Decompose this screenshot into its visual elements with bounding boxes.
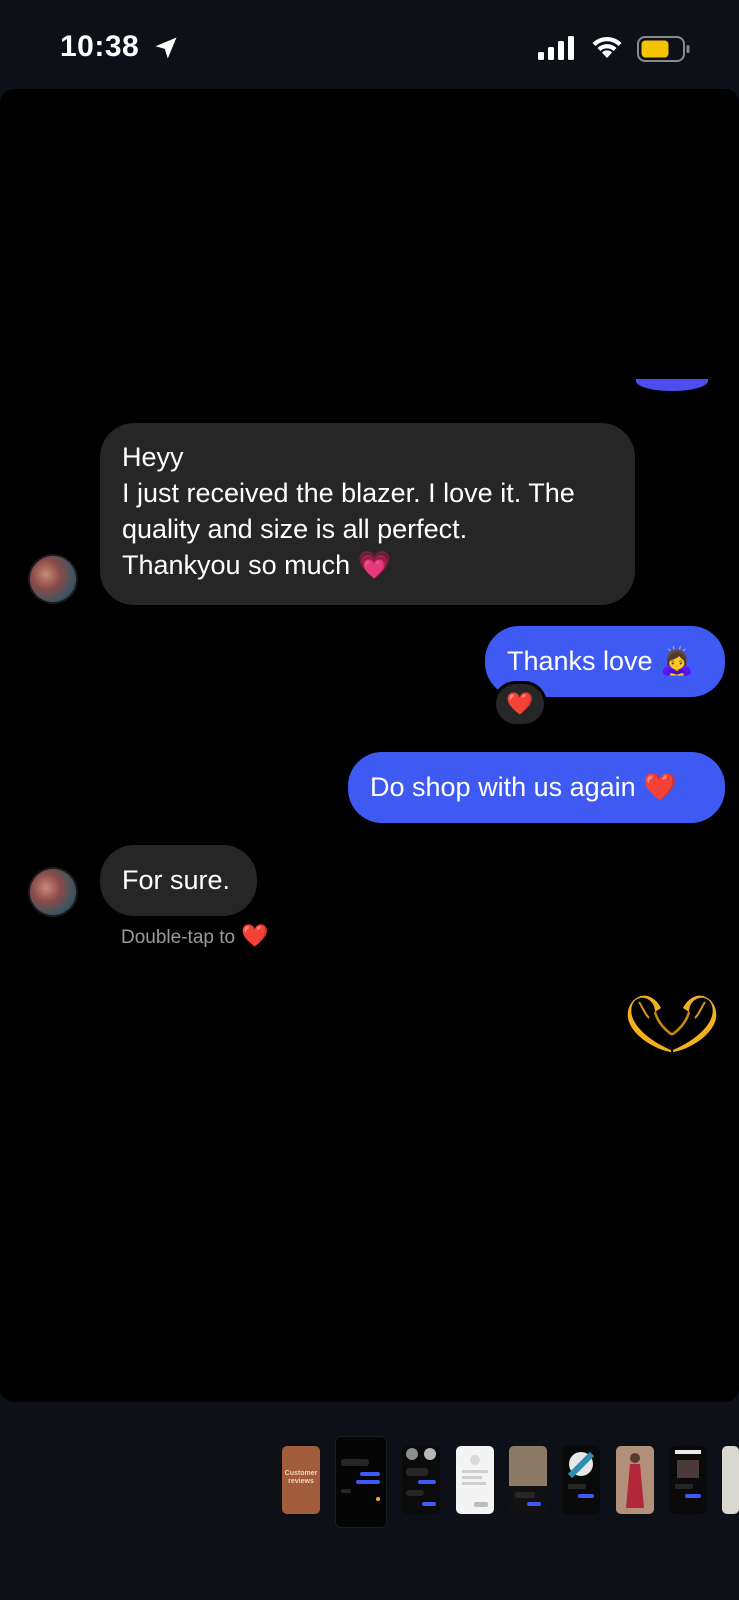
story-thumbnail-tray: Customer reviews [0, 1402, 739, 1600]
thumbnail-current[interactable] [335, 1436, 387, 1528]
cellular-signal-icon [538, 36, 574, 60]
photo-preview-icon [509, 1446, 547, 1514]
outgoing-message[interactable]: Do shop with us again ❤️ [348, 752, 725, 823]
chat-preview-icon [567, 1451, 595, 1498]
chat-preview-icon [406, 1448, 436, 1506]
hint-text: Double-tap to [121, 927, 236, 948]
photo-preview-icon [616, 1446, 654, 1514]
thumbnail[interactable] [456, 1446, 494, 1514]
thumbnail[interactable] [562, 1446, 600, 1514]
chat-preview-icon [341, 1459, 380, 1501]
incoming-message[interactable]: For sure. [100, 845, 257, 916]
status-bar: 10:38 [0, 0, 739, 90]
incoming-message[interactable]: Heyy I just received the blazer. I love … [100, 423, 635, 605]
avatar[interactable] [28, 867, 78, 917]
status-time: 10:38 [60, 30, 140, 63]
battery-low-power-icon [637, 36, 690, 62]
thumbnail[interactable] [722, 1446, 739, 1514]
thumbnail-customer-reviews[interactable]: Customer reviews [282, 1446, 320, 1514]
chat-preview-icon [675, 1450, 701, 1498]
location-arrow-icon [155, 37, 177, 59]
thumbnail[interactable] [616, 1446, 654, 1514]
document-preview-icon [462, 1455, 488, 1507]
outgoing-bubble-edge [636, 379, 708, 391]
chat-screenshot-story[interactable]: Heyy I just received the blazer. I love … [0, 89, 739, 1402]
thumbnail[interactable] [402, 1446, 440, 1514]
thumbnail[interactable] [509, 1446, 547, 1514]
heart-reaction[interactable]: ❤️ [493, 681, 547, 727]
heart-hands-sticker[interactable] [627, 994, 717, 1054]
avatar[interactable] [28, 554, 78, 604]
double-tap-hint[interactable]: Double-tap to ❤️ [121, 923, 268, 949]
thumbnail[interactable] [669, 1446, 707, 1514]
heart-icon: ❤️ [241, 923, 269, 948]
wifi-icon [592, 36, 622, 58]
